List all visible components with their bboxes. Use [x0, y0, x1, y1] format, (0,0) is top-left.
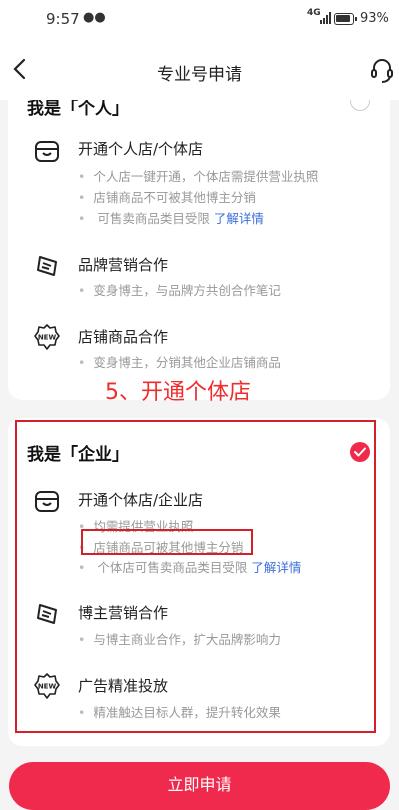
battery-icon [334, 13, 357, 25]
network-type: 4G [307, 8, 321, 18]
feature-bullet-text: 可售卖商品类目受限 [97, 211, 210, 226]
feature-bullet-with-link: 可售卖商品类目受限了解详情 [78, 208, 264, 227]
learn-more-link[interactable]: 了解详情 [214, 211, 264, 226]
feature-bullet: 变身博主，分销其他企业店铺商品 [78, 352, 281, 371]
personal-option-card[interactable]: 我是「个人」 开通个人店/个体店 个人店一键开通，个体店需提供营业执照 店铺商品… [8, 100, 390, 400]
apply-now-button[interactable]: 立即申请 [9, 762, 390, 810]
feature-bullet: 个人店一键开通，个体店需提供营业执照 [78, 166, 318, 185]
customer-service-icon[interactable] [370, 58, 394, 84]
personal-radio[interactable] [350, 100, 370, 111]
page-title: 专业号申请 [157, 65, 242, 85]
annotation-label: 5、开通个体店 [105, 380, 251, 405]
chat-notification-icon: ●● [83, 10, 106, 25]
status-time: 9:57 [46, 10, 80, 28]
new-badge-icon: NEW [34, 324, 60, 350]
status-bar: 9:57 ●● 4G 93% [0, 0, 399, 40]
brand-tag-icon [37, 256, 57, 276]
annotation-highlight-box [15, 420, 376, 733]
feature-title: 店铺商品合作 [78, 328, 169, 346]
shop-icon [35, 141, 59, 162]
feature-title: 开通个人店/个体店 [78, 140, 204, 158]
svg-text:NEW: NEW [38, 334, 57, 342]
feature-bullet: 店铺商品不可被其他博主分销 [78, 187, 256, 206]
personal-title: 我是「个人」 [27, 100, 129, 119]
feature-bullet: 变身博主，与品牌方共创合作笔记 [78, 280, 281, 299]
annotation-highlight-small [81, 529, 253, 555]
signal-icon [320, 12, 331, 24]
battery-percent: 93% [360, 11, 389, 26]
app-header: 专业号申请 [0, 40, 399, 100]
feature-title: 品牌营销合作 [78, 256, 169, 274]
